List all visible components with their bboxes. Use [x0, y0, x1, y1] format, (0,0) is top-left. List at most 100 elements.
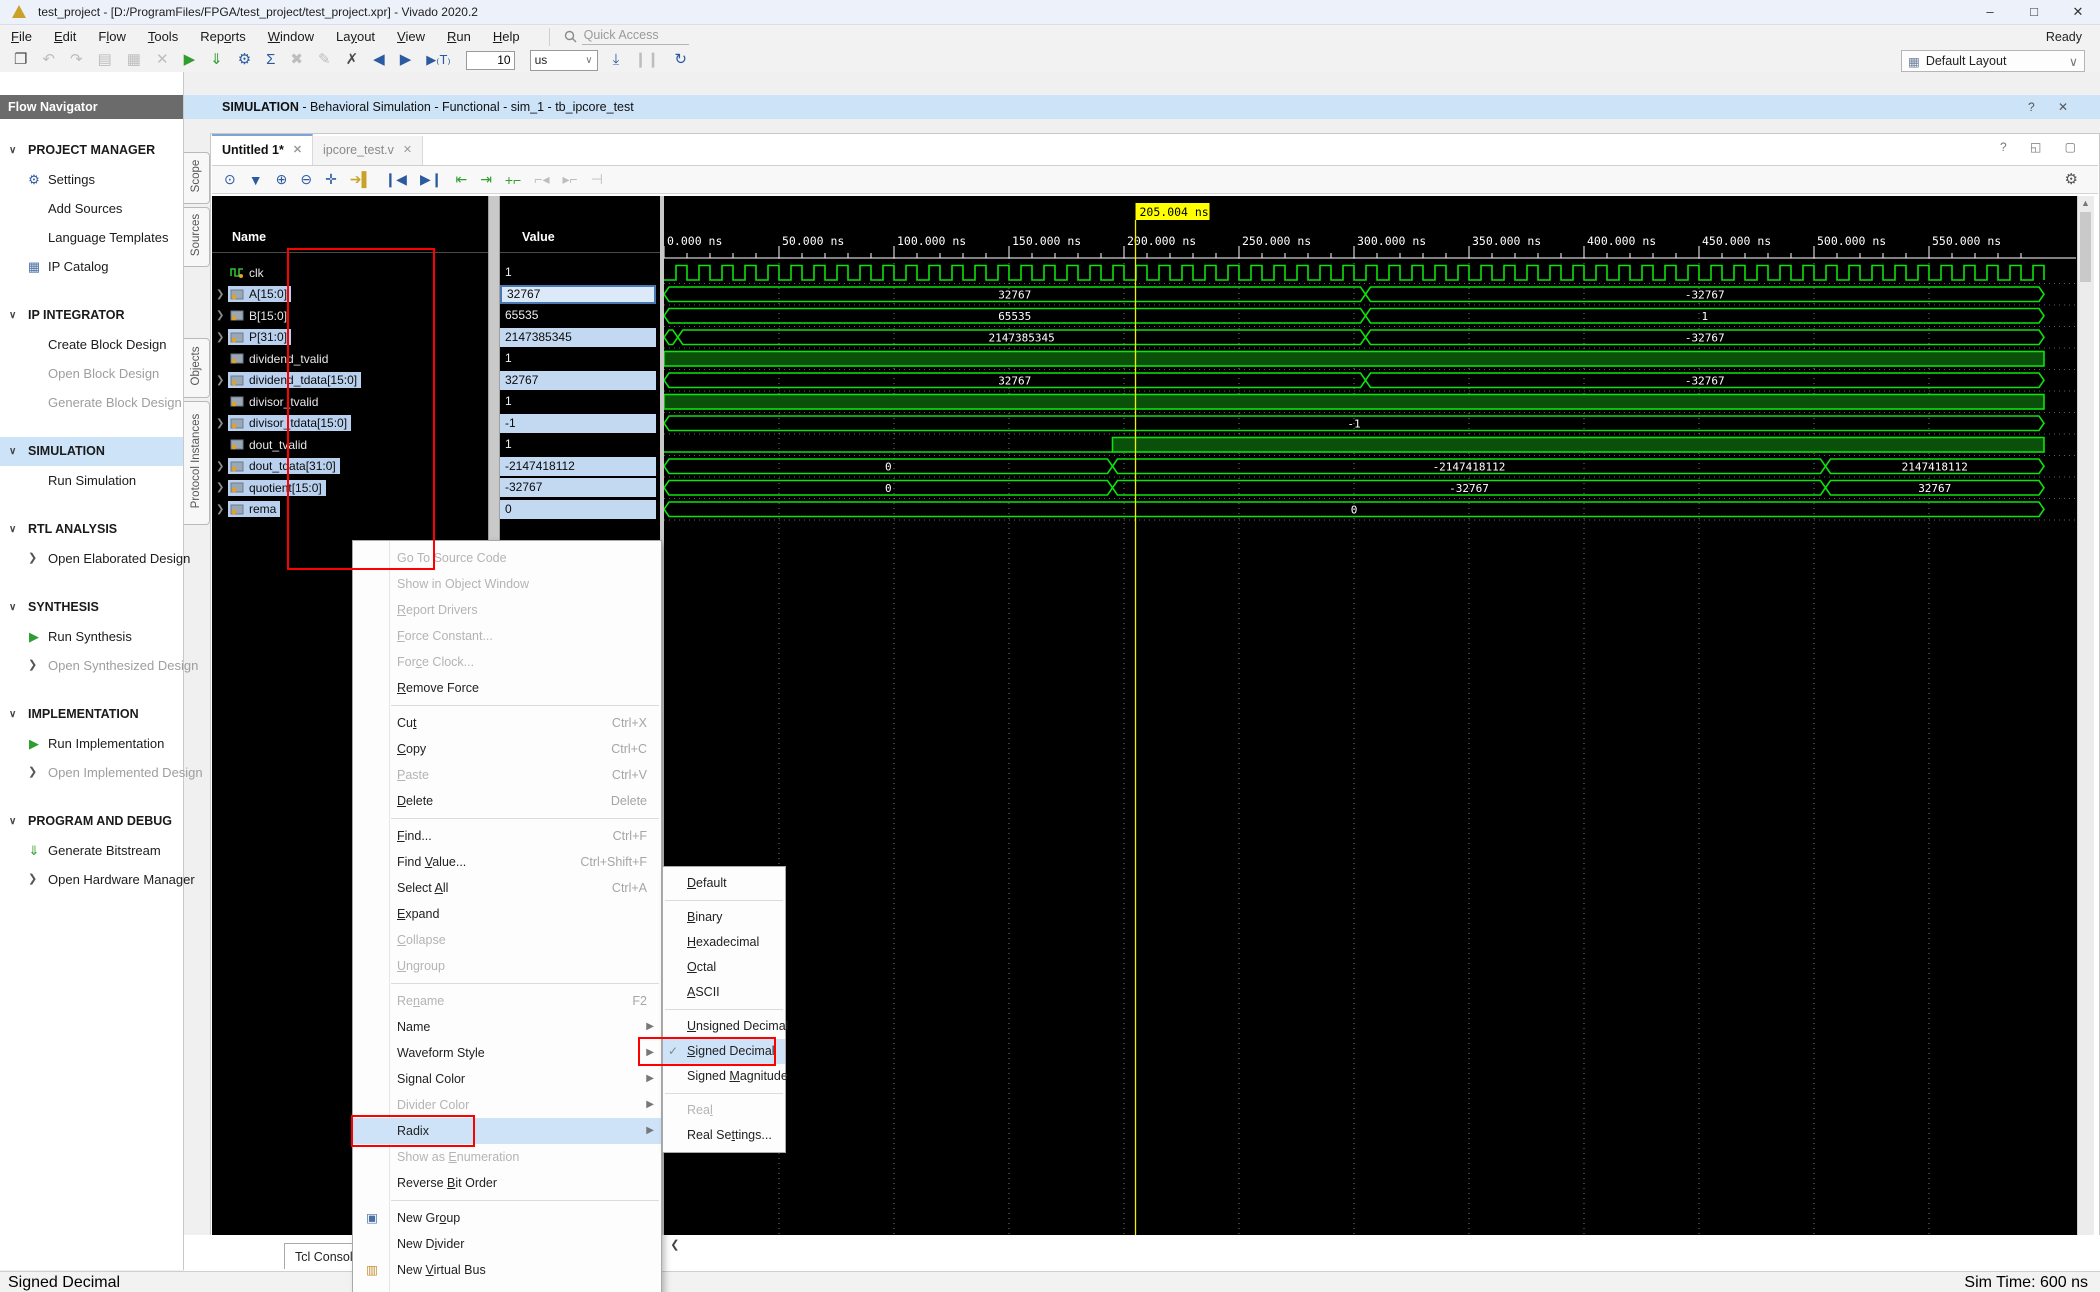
quick-access-search[interactable]: Quick Access	[549, 28, 689, 46]
collapse-icon[interactable]: ∨	[9, 136, 16, 165]
menu-item-signal-color[interactable]: Signal Color▶	[353, 1066, 661, 1092]
sidebar-item-ip-catalog[interactable]: ▦IP Catalog	[0, 252, 183, 281]
signal-row-divisor_tdata-15-0-[interactable]: ❯divisor_tdata[15:0]	[212, 413, 488, 434]
menu-item-radix[interactable]: Radix▶	[353, 1118, 661, 1144]
waveform-plot[interactable]: 0.000 ns50.000 ns100.000 ns150.000 ns200…	[664, 196, 2076, 1235]
signal-row-clk[interactable]: clk	[212, 262, 488, 283]
sidebar-item-open-implemented-design[interactable]: ❯Open Implemented Design	[0, 758, 183, 787]
menu-flow[interactable]: Flow	[87, 29, 136, 44]
sidebar-item-open-synthesized-design[interactable]: ❯Open Synthesized Design	[0, 651, 183, 680]
close-icon[interactable]: ✕	[293, 136, 302, 165]
menu-layout[interactable]: Layout	[325, 29, 386, 44]
menu-window[interactable]: Window	[257, 29, 325, 44]
stop-icon[interactable]: ✖	[290, 49, 303, 71]
wave-zoom-fit-icon[interactable]: ✛	[325, 171, 337, 188]
tab-ipcore_testv[interactable]: ipcore_test.v✕	[313, 136, 423, 165]
signal-row-B-15-0-[interactable]: ❯B[15:0]	[212, 305, 488, 326]
signal-row-rema[interactable]: ❯rema	[212, 499, 488, 520]
sidebar-item-generate-bitstream[interactable]: ⇓Generate Bitstream	[0, 836, 183, 865]
signal-row-quotient-15-0-[interactable]: ❯quotient[15:0]	[212, 477, 488, 498]
menu-view[interactable]: View	[386, 29, 436, 44]
menu-tools[interactable]: Tools	[137, 29, 189, 44]
paste-icon[interactable]: ▦	[127, 49, 141, 71]
expand-icon[interactable]: ❯	[28, 758, 37, 787]
sidebar-item-add-sources[interactable]: Add Sources	[0, 194, 183, 223]
sidebar-section-program-and-debug[interactable]: ∨PROGRAM AND DEBUG	[0, 807, 183, 836]
redo-icon[interactable]: ↷	[70, 49, 83, 71]
wave-next-marker-icon[interactable]: ▸⌐	[562, 171, 577, 188]
menu-item-waveform-style[interactable]: Waveform Style▶	[353, 1040, 661, 1066]
wave-settings-gear-icon[interactable]: ⚙	[2065, 170, 2078, 188]
radix-option-unsigned-decimal[interactable]: Unsigned Decimal	[663, 1014, 785, 1039]
sidebar-item-open-hardware-manager[interactable]: ❯Open Hardware Manager	[0, 865, 183, 894]
side-tab-objects[interactable]: Objects	[184, 338, 210, 398]
wave-go-to-end-icon[interactable]: ▶❙	[420, 171, 443, 188]
sidebar-section-simulation[interactable]: ∨SIMULATION	[0, 437, 183, 466]
maximize-button[interactable]: □	[2012, 0, 2056, 24]
sidebar-item-open-elaborated-design[interactable]: ❯Open Elaborated Design	[0, 544, 183, 573]
sidebar-item-open-block-design[interactable]: Open Block Design	[0, 359, 183, 388]
sidebar-item-run-simulation[interactable]: Run Simulation	[0, 466, 183, 495]
step-icon[interactable]: ⤓	[613, 49, 620, 71]
copy-icon[interactable]: ▤	[98, 49, 112, 71]
side-tab-scope[interactable]: Scope	[184, 152, 210, 204]
wave-zoom-to-cursor-icon[interactable]: ➔▌	[350, 171, 372, 188]
wave-window-corner-icons[interactable]: ? ◱ ▢	[2000, 140, 2086, 154]
wave-previous-transition-icon[interactable]: ⇤	[455, 171, 467, 188]
expand-icon[interactable]: ❯	[28, 544, 37, 573]
expand-icon[interactable]: ❯	[212, 332, 228, 343]
menu-item-select-all[interactable]: Select AllCtrl+A	[353, 875, 661, 901]
delete-icon[interactable]: ✕	[156, 49, 169, 71]
wave-search-icon[interactable]: ⊙	[224, 171, 236, 188]
sidebar-section-rtl-analysis[interactable]: ∨RTL ANALYSIS	[0, 515, 183, 544]
menu-file[interactable]: File	[0, 29, 43, 44]
wave-zoom-in-icon[interactable]: ⊕	[276, 171, 288, 188]
sidebar-section-synthesis[interactable]: ∨SYNTHESIS	[0, 593, 183, 622]
simulation-header-icons[interactable]: ? ✕	[2028, 95, 2078, 119]
close-button[interactable]: ✕	[2056, 0, 2100, 24]
expand-icon[interactable]: ❯	[212, 310, 228, 321]
collapse-icon[interactable]: ∨	[9, 593, 16, 622]
expand-icon[interactable]: ❯	[212, 482, 228, 493]
menu-edit[interactable]: Edit	[43, 29, 87, 44]
collapse-icon[interactable]: ∨	[9, 301, 16, 330]
menu-reports[interactable]: Reports	[189, 29, 257, 44]
menu-item-find-value[interactable]: Find Value...Ctrl+Shift+F	[353, 849, 661, 875]
radix-option-binary[interactable]: Binary	[663, 905, 785, 930]
menu-item-cut[interactable]: CutCtrl+X	[353, 710, 661, 736]
menu-item-new-virtual-bus[interactable]: ▥New Virtual Bus	[353, 1257, 661, 1283]
report-sigma-icon[interactable]: Σ	[266, 49, 275, 71]
sidebar-item-generate-block-design[interactable]: Generate Block Design	[0, 388, 183, 417]
radix-option-hexadecimal[interactable]: Hexadecimal	[663, 930, 785, 955]
expand-icon[interactable]: ❯	[28, 865, 37, 894]
wave-prev-marker-icon[interactable]: ⌐◂	[534, 171, 549, 188]
menu-item-name[interactable]: Name▶	[353, 1014, 661, 1040]
radix-option-default[interactable]: Default	[663, 871, 785, 896]
breakpoint-icon[interactable]: ✗	[346, 49, 359, 71]
side-tab-sources[interactable]: Sources	[184, 207, 210, 267]
collapse-icon[interactable]: ∨	[9, 437, 16, 466]
expand-icon[interactable]: ❯	[212, 375, 228, 386]
expand-icon[interactable]: ❯	[212, 504, 228, 515]
side-tab-protocol-instances[interactable]: Protocol Instances	[184, 401, 210, 525]
close-icon[interactable]: ✕	[403, 136, 412, 165]
radix-option-ascii[interactable]: ASCII	[663, 980, 785, 1005]
wave-go-to-start-icon[interactable]: ❙◀	[384, 171, 407, 188]
minimize-button[interactable]: –	[1968, 0, 2012, 24]
menu-item-delete[interactable]: DeleteDelete	[353, 788, 661, 814]
menu-item-expand[interactable]: Expand	[353, 901, 661, 927]
signal-row-divisor_tvalid[interactable]: divisor_tvalid	[212, 391, 488, 412]
sidebar-item-run-implementation[interactable]: ▶Run Implementation	[0, 729, 183, 758]
time-unit-select[interactable]: us∨	[530, 50, 598, 71]
menu-item-copy[interactable]: CopyCtrl+C	[353, 736, 661, 762]
scroll-up-icon[interactable]: ▲	[2081, 198, 2090, 208]
wave-swap-cursors-icon[interactable]: ⊣	[591, 171, 603, 188]
sidebar-section-project-manager[interactable]: ∨PROJECT MANAGER	[0, 136, 183, 165]
settings-gear-icon[interactable]: ⚙	[238, 49, 251, 71]
expand-icon[interactable]: ❯	[212, 461, 228, 472]
collapse-icon[interactable]: ∨	[9, 700, 16, 729]
signal-row-P-31-0-[interactable]: ❯P[31:0]	[212, 327, 488, 348]
menu-item-remove-force[interactable]: Remove Force	[353, 675, 661, 701]
layout-selector[interactable]: ▦ Default Layout ∨	[1901, 50, 2085, 72]
menu-item-new-group[interactable]: ▣New Group	[353, 1205, 661, 1231]
